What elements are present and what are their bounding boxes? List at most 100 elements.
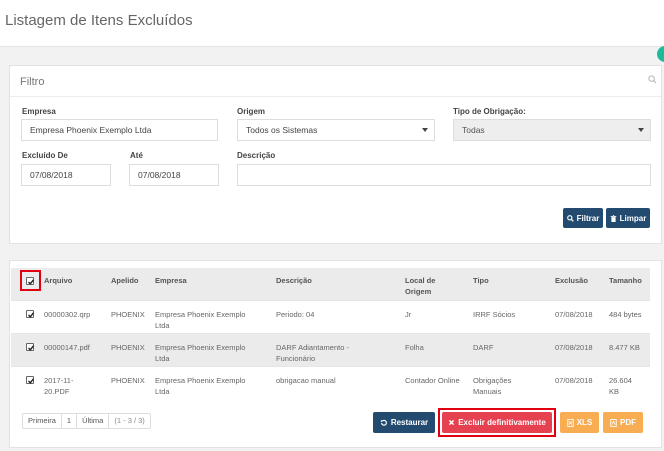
row-checkbox[interactable] (26, 376, 35, 384)
filter-divider (10, 96, 661, 97)
header-local-line1: Local de (405, 276, 436, 285)
header-tamanho[interactable]: Tamanho (609, 275, 642, 286)
tipo-value: Todas (462, 125, 485, 135)
cell-tipo: Obrigações Manuais (473, 375, 511, 397)
cell-text: Ltda (155, 354, 170, 363)
cell-text: 00000302.qrp (44, 310, 91, 319)
cell-text: Periodo: 04 (276, 310, 315, 319)
cell-text: Empresa Phoenix Exemplo (155, 310, 246, 319)
descricao-label: Descrição (237, 151, 276, 160)
cell-text: DARF Adiantamento - (276, 343, 349, 352)
header-empresa[interactable]: Empresa (155, 275, 187, 286)
row-checkbox[interactable] (26, 310, 35, 318)
header-arquivo[interactable]: Arquivo (44, 275, 72, 286)
page-title: Listagem de Itens Excluídos (5, 12, 193, 29)
cell-text: Ltda (155, 387, 170, 396)
table-row[interactable]: 00000147.pdf PHOENIX Empresa Phoenix Exe… (11, 333, 650, 366)
cell-empresa: Empresa Phoenix Exemplo Ltda (155, 342, 245, 364)
header-apelido[interactable]: Apelido (111, 275, 139, 286)
header-exclusao[interactable]: Exclusão (555, 275, 588, 286)
limpar-button[interactable]: Limpar (606, 208, 650, 228)
tipo-label: Tipo de Obrigação: (453, 107, 526, 116)
chevron-down-icon (638, 128, 644, 132)
cell-text: Ltda (155, 321, 170, 330)
cell-text: 8.477 KB (609, 343, 640, 352)
search-icon (566, 214, 574, 222)
export-pdf-button[interactable]: PDF (603, 412, 643, 433)
excluido-de-input[interactable]: 07/08/2018 (21, 164, 111, 186)
header-tipo[interactable]: Tipo (473, 275, 489, 286)
cell-apelido: PHOENIX (111, 310, 145, 319)
restaurar-label: Restaurar (390, 418, 429, 427)
cell-text: 2017-11- (44, 376, 74, 385)
cell-descricao: Periodo: 04 (276, 309, 314, 320)
ate-label: Até (130, 151, 143, 160)
filtrar-label: Filtrar (576, 213, 600, 223)
cell-arquivo: 00000302.qrp (44, 309, 90, 320)
cell-text: KB (609, 387, 620, 396)
cell-apelido: PHOENIX (111, 343, 145, 352)
table-row[interactable]: 00000302.qrp PHOENIX Empresa Phoenix Exe… (11, 300, 650, 333)
pager-last[interactable]: Última (77, 414, 110, 428)
cell-text: obrigacao manual (276, 376, 336, 385)
cell-text: DARF (473, 343, 494, 352)
filter-title: Filtro (20, 76, 45, 88)
cell-local: Folha (405, 343, 424, 352)
cell-exclusao: 07/08/2018 (555, 343, 593, 352)
header-local-line2: Origem (405, 287, 432, 296)
table-header: Arquivo Apelido Empresa Descrição Local … (11, 268, 650, 300)
cell-descricao: DARF Adiantamento - Funcionário (276, 342, 349, 364)
chevron-down-icon (422, 128, 428, 132)
cell-local: Contador Online (405, 376, 460, 385)
cell-text: 00000147.pdf (44, 343, 90, 352)
table-row[interactable]: 2017-11- 20.PDF PHOENIX Empresa Phoenix E… (11, 366, 650, 402)
header-local-origem[interactable]: Local de Origem (405, 275, 435, 297)
tipo-select[interactable]: Todas (453, 119, 651, 141)
cell-tamanho: 8.477 KB (609, 342, 640, 353)
cell-exclusao: 07/08/2018 (555, 376, 593, 385)
excluido-de-label: Excluído De (22, 151, 68, 160)
cell-text: IRRF Sócios (473, 310, 516, 319)
descricao-input[interactable] (237, 164, 651, 186)
export-xls-button[interactable]: XLS (560, 412, 599, 433)
restaurar-button[interactable]: Restaurar (373, 412, 435, 433)
top-bar: Listagem de Itens Excluídos (0, 0, 664, 47)
cell-empresa: Empresa Phoenix Exemplo Ltda (155, 309, 245, 331)
cell-arquivo: 2017-11- 20.PDF (44, 375, 73, 397)
check-icon (28, 312, 35, 318)
pager-range: (1 - 3 / 3) (114, 416, 145, 425)
cell-text: 484 bytes (609, 310, 642, 319)
cell-text: Empresa Phoenix Exemplo (155, 343, 246, 352)
pagination: Primeira 1 Última (1 - 3 / 3) (22, 413, 151, 429)
search-icon[interactable] (648, 75, 657, 84)
cell-text: Funcionário (276, 354, 316, 363)
empresa-label: Empresa (22, 107, 56, 116)
origem-select[interactable]: Todos os Sistemas (237, 119, 435, 141)
pdf-label: PDF (620, 418, 636, 427)
cell-text: 26.604 (609, 376, 632, 385)
cell-tamanho: 484 bytes (609, 309, 642, 320)
file-excel-icon (567, 418, 574, 427)
cell-tipo: IRRF Sócios (473, 309, 515, 320)
restore-icon (380, 419, 387, 426)
cell-text: 20.PDF (44, 387, 70, 396)
cell-arquivo: 00000147.pdf (44, 342, 90, 353)
status-dot[interactable] (657, 46, 664, 62)
header-descricao[interactable]: Descrição (276, 275, 312, 286)
cell-text: Manuais (473, 387, 502, 396)
cell-tamanho: 26.604 KB (609, 375, 632, 397)
pager-page[interactable]: 1 (62, 414, 78, 428)
origem-label: Origem (237, 107, 266, 116)
ate-input[interactable]: 07/08/2018 (129, 164, 219, 186)
empresa-input[interactable]: Empresa Phoenix Exemplo Ltda (21, 119, 218, 141)
filtrar-button[interactable]: Filtrar (563, 208, 603, 228)
cell-text: Empresa Phoenix Exemplo (155, 376, 246, 385)
cell-tipo: DARF (473, 342, 493, 353)
pager-first[interactable]: Primeira (23, 414, 62, 428)
cell-empresa: Empresa Phoenix Exemplo Ltda (155, 375, 245, 397)
row-checkbox[interactable] (26, 343, 35, 351)
origem-value: Todos os Sistemas (246, 125, 318, 135)
excluir-highlight (438, 408, 556, 437)
trash-icon (610, 214, 616, 222)
file-pdf-icon (610, 418, 617, 427)
